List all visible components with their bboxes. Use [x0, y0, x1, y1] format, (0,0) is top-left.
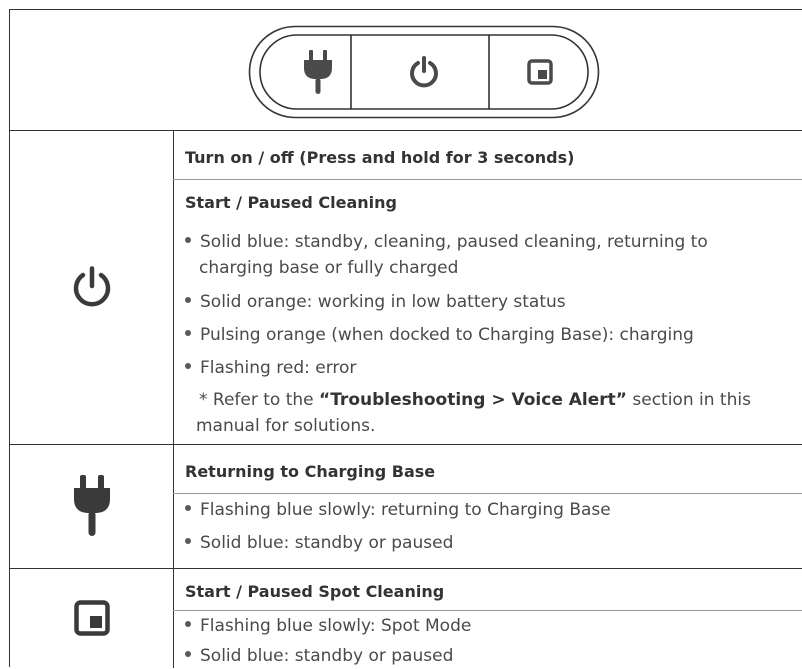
- bullet-dot: [185, 363, 191, 369]
- bullet-dot: [185, 505, 191, 511]
- remote-plug-icon: [304, 50, 332, 98]
- sub-divider: [173, 493, 802, 494]
- remote-power-icon: [409, 56, 439, 92]
- bullet-dot: [185, 297, 191, 303]
- bullet-dot: [185, 651, 191, 657]
- troubleshooting-note: * Refer to the “Troubleshooting > Voice …: [199, 390, 751, 410]
- troubleshooting-note-continued: manual for solutions.: [196, 416, 376, 436]
- list-item: Flashing red: error: [185, 355, 356, 381]
- list-item: Solid blue: standby or paused: [185, 530, 453, 556]
- list-item: Flashing blue slowly: returning to Charg…: [185, 497, 611, 523]
- spot-heading: Start / Paused Spot Cleaning: [185, 582, 445, 601]
- bullet-dot: [185, 237, 191, 243]
- bullet-dot: [185, 621, 191, 627]
- sub-divider: [173, 179, 802, 180]
- troubleshooting-reference: “Troubleshooting > Voice Alert”: [319, 390, 627, 410]
- button-guide-table: Turn on / off (Press and hold for 3 seco…: [9, 9, 802, 669]
- bullet-dot: [185, 538, 191, 544]
- list-item: Solid blue: standby, cleaning, paused cl…: [185, 229, 708, 255]
- list-item: Flashing blue slowly: Spot Mode: [185, 613, 471, 639]
- remote-spot-icon: [527, 59, 553, 89]
- sub-divider: [173, 610, 802, 611]
- list-item: Solid orange: working in low battery sta…: [185, 289, 566, 315]
- power-heading-1: Turn on / off (Press and hold for 3 seco…: [185, 148, 575, 167]
- list-item: Pulsing orange (when docked to Charging …: [185, 322, 694, 348]
- charging-heading: Returning to Charging Base: [185, 462, 436, 481]
- list-item-continued: charging base or fully charged: [199, 258, 459, 278]
- control-panel-illustration: [248, 25, 600, 119]
- spot-cleaning-icon: [10, 568, 173, 668]
- bullet-dot: [185, 330, 191, 336]
- power-heading-2: Start / Paused Cleaning: [185, 193, 397, 212]
- plug-icon: [10, 444, 173, 568]
- column-divider: [173, 130, 174, 668]
- power-icon: [10, 130, 173, 444]
- list-item: Solid blue: standby or paused: [185, 643, 453, 669]
